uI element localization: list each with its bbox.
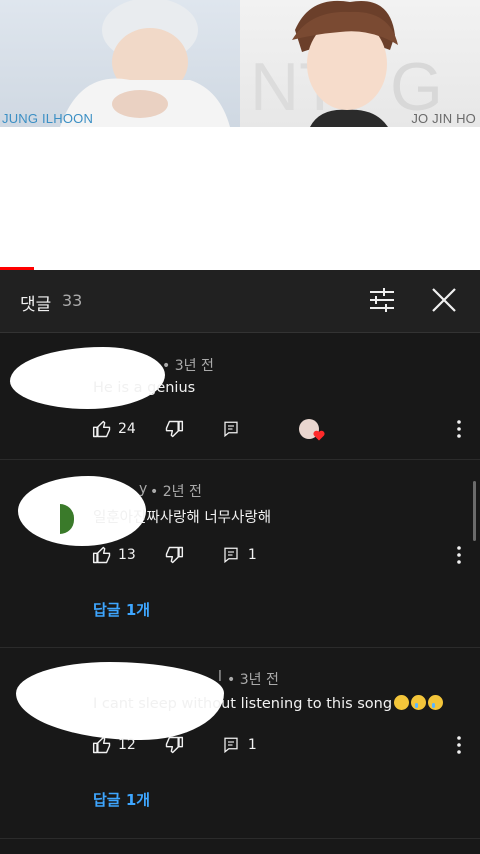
more-options-icon[interactable] [456, 418, 462, 440]
author-name-fragment: y [139, 481, 148, 497]
scrollbar[interactable] [473, 481, 476, 541]
comment-text-body: I cant sleep without listening to this s… [93, 696, 393, 712]
crying-face-emoji [428, 695, 444, 710]
reply-button[interactable]: 1 [222, 546, 257, 564]
thumbs-up-icon [92, 420, 111, 438]
comment-time: • 3년 전 [162, 358, 214, 374]
like-count: 13 [118, 547, 136, 563]
like-button[interactable]: 13 [92, 545, 136, 565]
heart-icon [313, 430, 325, 441]
dislike-button[interactable] [164, 735, 184, 755]
view-replies-link[interactable]: 답글 1개 [93, 789, 150, 810]
reply-count: 1 [247, 737, 257, 753]
comment-item: y • 2년 전 일훈아진짜사랑해 너무사랑해 13 1 답글 1개 [0, 460, 480, 648]
author-name-fragment: l [218, 669, 222, 685]
like-button[interactable]: 24 [92, 419, 136, 439]
thumbs-down-icon [165, 546, 183, 564]
reply-button[interactable] [222, 420, 240, 438]
comment-text: He is a genius [93, 380, 196, 396]
comment-time: • 3년 전 [227, 672, 279, 688]
video-player[interactable]: JUNG ILHOON G NT JO JIN HO [0, 0, 480, 270]
reply-count: 1 [247, 547, 257, 563]
thumbnail-left: JUNG ILHOON [0, 0, 240, 127]
more-options-icon[interactable] [456, 734, 462, 756]
like-count: 12 [118, 737, 136, 753]
sort-icon[interactable] [366, 284, 398, 316]
thumbs-up-icon [92, 546, 111, 564]
crying-face-emoji [411, 695, 427, 710]
redacted-avatar-name [10, 347, 165, 409]
comments-count: 33 [62, 291, 83, 310]
comment-actions: 13 1 [92, 544, 257, 566]
portrait-right-image: G NT [250, 0, 443, 127]
video-caption-left: JUNG ILHOON [2, 111, 94, 126]
view-replies-link[interactable]: 답글 1개 [93, 599, 150, 620]
comment-actions: 24 [92, 418, 240, 440]
thumbs-down-icon [165, 736, 183, 754]
comment-actions: 12 1 [92, 734, 257, 756]
comment-text: I cant sleep without listening to this s… [93, 695, 444, 712]
video-caption-right: JO JIN HO [411, 111, 476, 126]
worried-face-emoji [394, 695, 410, 710]
comments-title: 댓글 [20, 295, 52, 315]
dislike-button[interactable] [164, 545, 184, 565]
comment-text: 일훈아진짜사랑해 너무사랑해 [93, 510, 272, 526]
comment-item: • 3년 전 He is a genius 24 [0, 333, 480, 460]
portrait-left-image [60, 0, 230, 127]
thumbs-down-icon [165, 420, 183, 438]
like-count: 24 [118, 421, 136, 437]
thumbnail-right: G NT JO JIN HO [240, 0, 480, 127]
like-button[interactable]: 12 [92, 735, 136, 755]
reply-icon [224, 737, 238, 754]
comment-time: • 2년 전 [150, 484, 202, 500]
more-options-icon[interactable] [456, 544, 462, 566]
thumbs-up-icon [92, 736, 111, 754]
reply-icon [224, 547, 238, 564]
comment-item: l • 3년 전 I cant sleep without listening … [0, 648, 480, 839]
dislike-button[interactable] [164, 419, 184, 439]
reply-button[interactable]: 1 [222, 736, 257, 754]
reply-icon [224, 421, 238, 438]
close-icon[interactable] [428, 284, 460, 316]
comments-header: 댓글 33 [0, 270, 480, 333]
